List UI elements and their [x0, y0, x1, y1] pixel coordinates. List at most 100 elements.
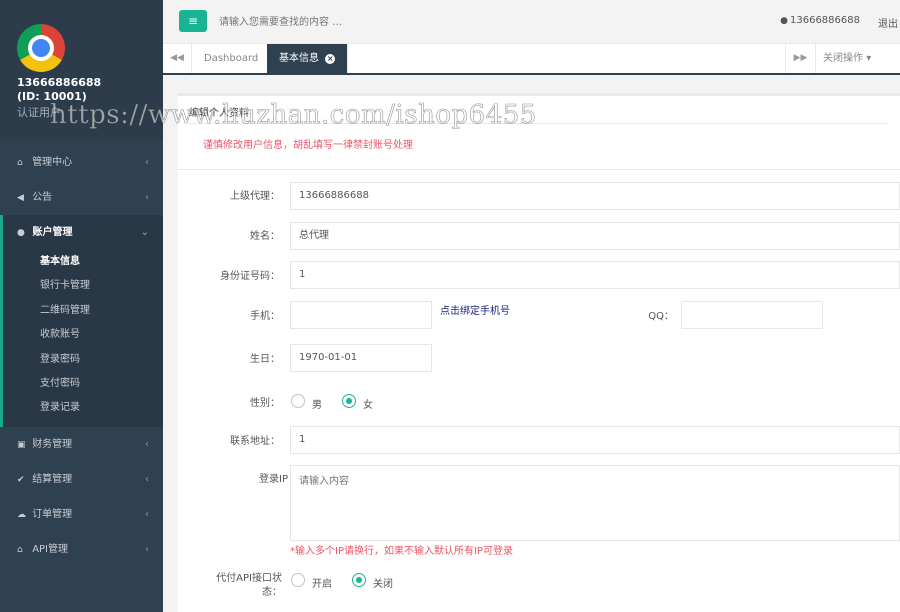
- gender-female-radio[interactable]: [342, 394, 356, 408]
- profile-role[interactable]: 认证用户: [17, 104, 61, 120]
- home-icon: ⌂: [17, 158, 23, 168]
- sidebar-item-finance[interactable]: ▣ 财务管理 ‹: [0, 427, 163, 462]
- address-field[interactable]: 1: [290, 426, 900, 454]
- caret-down-icon: ▾: [866, 53, 872, 64]
- tab-scroll-right-button[interactable]: ▶▶: [785, 44, 815, 73]
- user-icon: ●: [780, 16, 788, 26]
- profile-username: 13666886688: [17, 76, 102, 89]
- tab-scroll-left-button[interactable]: ◀◀: [163, 44, 192, 73]
- volume-icon: ◀: [17, 193, 24, 203]
- gender-male-label: 男: [312, 400, 322, 411]
- api-status-on-radio[interactable]: [291, 573, 305, 587]
- double-chevron-right-icon: ▶▶: [793, 53, 808, 63]
- menu-toggle-button[interactable]: ≡: [179, 10, 207, 32]
- gender-label: 性别：: [250, 398, 280, 409]
- sidebar: 13666886688 (ID: 10001) 认证用户 ⌂ 管理中心 ‹ ◀ …: [0, 0, 163, 612]
- tab-label: Dashboard: [204, 53, 259, 64]
- sidebar-item-notice[interactable]: ◀ 公告 ‹: [0, 180, 163, 215]
- parent-agent-field[interactable]: 13666886688: [290, 182, 900, 210]
- chevron-left-icon: ‹: [145, 543, 149, 555]
- panel-title: 编辑个人资料: [189, 108, 249, 119]
- submenu-item-bank-card[interactable]: 银行卡管理: [3, 274, 163, 298]
- tab-label: 基本信息: [279, 53, 319, 64]
- topbar: ≡ ●13666886688 退出: [163, 0, 900, 44]
- tab-basic-info[interactable]: 基本信息 ×: [267, 44, 349, 73]
- sidebar-item-label: 公告: [32, 192, 53, 203]
- profile-edit-panel: 编辑个人资料 谨慎修改用户信息，胡乱填写一律禁封账号处理 上级代理： 13666…: [178, 93, 900, 612]
- qq-label: QQ：: [648, 311, 674, 322]
- chevron-left-icon: ‹: [145, 157, 149, 168]
- hamburger-icon: ≡: [187, 14, 199, 28]
- birthday-field[interactable]: 1970-01-01: [290, 344, 432, 372]
- sidebar-item-label: 财务管理: [32, 438, 73, 450]
- login-ip-textarea[interactable]: 请输入内容: [290, 465, 900, 541]
- top-username: 13666886688: [790, 15, 860, 26]
- phone-field[interactable]: [290, 301, 432, 329]
- birthday-label: 生日：: [250, 354, 280, 365]
- chevron-down-icon: ⌄: [140, 227, 149, 238]
- sidebar-item-dashboard[interactable]: ⌂ 管理中心 ‹: [0, 145, 163, 180]
- chevron-left-icon: ‹: [145, 438, 149, 450]
- sidebar-item-label: 管理中心: [32, 157, 73, 168]
- check-icon: ✔: [17, 474, 25, 485]
- tab-dashboard[interactable]: Dashboard: [192, 44, 272, 73]
- chevron-left-icon: ‹: [145, 508, 149, 520]
- submenu-item-pay-password[interactable]: 支付密码: [3, 372, 163, 396]
- login-ip-hint: *输入多个IP请换行，如果不输入默认所有IP可登录: [290, 546, 513, 557]
- sidebar-group-account: ● 账户管理 ⌄ 基本信息 银行卡管理 二维码管理 收款账号 登录密码 支付密码…: [0, 215, 163, 427]
- submenu-item-login-password[interactable]: 登录密码: [3, 348, 163, 372]
- gender-male-radio[interactable]: [291, 394, 305, 408]
- sidebar-item-label: 账户管理: [32, 227, 73, 238]
- name-label: 姓名：: [250, 231, 280, 242]
- profile-id: (ID: 10001): [17, 90, 87, 103]
- sidebar-item-label: 结算管理: [32, 473, 73, 485]
- search-input[interactable]: [213, 12, 543, 32]
- submenu-item-receive-account[interactable]: 收款账号: [3, 323, 163, 347]
- bank-icon: ⌂: [17, 544, 23, 555]
- api-status-label-line2: 态：: [262, 587, 282, 598]
- login-ip-label: 登录IP: [259, 474, 288, 485]
- phone-label: 手机：: [250, 311, 280, 322]
- account-submenu: 基本信息 银行卡管理 二维码管理 收款账号 登录密码 支付密码 登录记录: [3, 250, 163, 427]
- submenu-item-login-log[interactable]: 登录记录: [3, 396, 163, 420]
- sidebar-item-account[interactable]: ● 账户管理 ⌄: [3, 215, 163, 250]
- sidebar-item-orders[interactable]: ☁ 订单管理 ‹: [0, 497, 163, 532]
- panel-header: 编辑个人资料 谨慎修改用户信息，胡乱填写一律禁封账号处理: [178, 96, 900, 170]
- api-status-label: 代付API接口状 态：: [198, 572, 282, 600]
- sidebar-item-settlement[interactable]: ✔ 结算管理 ‹: [0, 462, 163, 497]
- cloud-icon: ☁: [17, 509, 26, 520]
- close-operations-dropdown[interactable]: 关闭操作 ▾: [815, 44, 900, 73]
- submenu-item-qrcode[interactable]: 二维码管理: [3, 299, 163, 323]
- sidebar-menu: ⌂ 管理中心 ‹ ◀ 公告 ‹ ● 账户管理 ⌄ 基本信息 银行卡管理 二维码管…: [0, 145, 163, 567]
- sidebar-item-label: 订单管理: [32, 508, 73, 520]
- divider: [189, 123, 887, 124]
- user-icon: ●: [17, 228, 25, 238]
- double-chevron-left-icon: ◀◀: [170, 53, 184, 63]
- qq-field[interactable]: [681, 301, 823, 329]
- logout-link[interactable]: 退出: [878, 15, 900, 30]
- api-status-off-radio[interactable]: [352, 573, 366, 587]
- chevron-left-icon: ‹: [145, 473, 149, 485]
- address-label: 联系地址：: [230, 436, 280, 447]
- profile-area: 13666886688 (ID: 10001) 认证用户: [0, 0, 163, 140]
- submenu-item-basic-info[interactable]: 基本信息: [3, 250, 163, 274]
- tabs-bar: ◀◀ Dashboard 基本信息 × ▶▶ 关闭操作 ▾: [163, 44, 900, 75]
- id-number-label: 身份证号码：: [220, 271, 280, 282]
- name-field[interactable]: 总代理: [290, 222, 900, 250]
- chevron-left-icon: ‹: [145, 192, 149, 203]
- avatar[interactable]: [17, 24, 65, 72]
- sidebar-item-label: API管理: [32, 543, 69, 555]
- gender-female-label: 女: [363, 400, 373, 411]
- top-user[interactable]: ● 13666886688: [780, 15, 860, 26]
- bind-phone-link[interactable]: 点击绑定手机号: [440, 302, 510, 317]
- warning-notice: 谨慎修改用户信息，胡乱填写一律禁封账号处理: [203, 140, 413, 151]
- api-status-off-label: 关闭: [373, 579, 393, 590]
- parent-agent-label: 上级代理：: [230, 191, 280, 202]
- api-status-on-label: 开启: [312, 579, 332, 590]
- sidebar-item-api[interactable]: ⌂ API管理 ‹: [0, 532, 163, 567]
- id-number-field[interactable]: 1: [290, 261, 900, 289]
- close-operations-label: 关闭操作: [823, 53, 863, 64]
- main-content: 编辑个人资料 谨慎修改用户信息，胡乱填写一律禁封账号处理 上级代理： 13666…: [163, 75, 900, 612]
- money-icon: ▣: [17, 439, 26, 450]
- close-icon[interactable]: ×: [325, 54, 336, 64]
